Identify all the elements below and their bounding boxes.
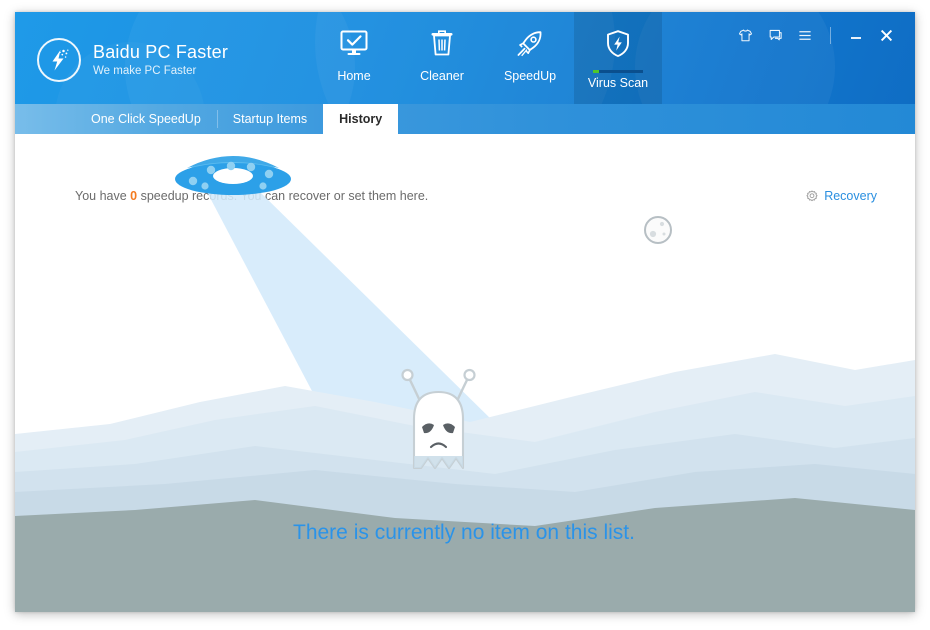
toolbar-divider (830, 26, 831, 44)
feedback-button[interactable] (760, 24, 790, 46)
rocket-icon (510, 24, 550, 64)
shield-bolt-icon (598, 24, 638, 64)
minimize-button[interactable] (841, 24, 871, 46)
feedback-icon (769, 29, 782, 40)
tab-label: One Click SpeedUp (91, 112, 201, 126)
skin-icon (738, 29, 752, 41)
scan-progress-bar (593, 70, 643, 73)
tab-startup-items[interactable]: Startup Items (216, 104, 323, 134)
minimize-icon (851, 37, 861, 39)
sub-tab-bar: One Click SpeedUp Startup Items History (15, 104, 915, 134)
empty-state-message: There is currently no item on this list. (293, 521, 635, 544)
main-navigation: Home Cleaner SpeedUp Virus Scan (310, 12, 662, 104)
app-logo (37, 38, 81, 82)
skin-button[interactable] (730, 24, 760, 46)
tab-label: Startup Items (232, 112, 308, 126)
nav-item-home[interactable]: Home (310, 12, 398, 104)
nav-item-label: Virus Scan (587, 76, 649, 90)
application-window: Baidu PC Faster We make PC Faster Home C… (15, 12, 915, 612)
nav-item-cleaner[interactable]: Cleaner (398, 12, 486, 104)
close-icon (880, 29, 892, 41)
lightning-bolt-icon (52, 49, 69, 71)
app-title: Baidu PC Faster (93, 41, 229, 62)
nav-item-speedup[interactable]: SpeedUp (486, 12, 574, 104)
app-slogan: We make PC Faster (93, 65, 197, 78)
menu-icon (799, 30, 811, 40)
nav-item-label: Home (337, 69, 371, 83)
monitor-check-icon (334, 24, 374, 64)
title-bar: Baidu PC Faster We make PC Faster Home C… (15, 12, 915, 104)
window-tools (730, 24, 901, 46)
brand-text: Baidu PC Faster We make PC Faster (93, 42, 228, 78)
brand-block: Baidu PC Faster We make PC Faster (37, 34, 228, 86)
ufo-illustration (175, 156, 291, 195)
trash-can-icon (422, 24, 462, 64)
nav-item-label: SpeedUp (503, 69, 557, 83)
nav-item-virus-scan[interactable]: Virus Scan (574, 12, 662, 104)
tab-one-click-speedup[interactable]: One Click SpeedUp (75, 104, 217, 134)
moon-icon (644, 216, 672, 244)
nav-item-label: Cleaner (420, 69, 464, 83)
tab-label: History (339, 112, 383, 126)
scan-progress-fill (593, 70, 599, 73)
tab-history[interactable]: History (323, 104, 399, 134)
close-button[interactable] (871, 24, 901, 46)
menu-button[interactable] (790, 24, 820, 46)
content-area: You have 0 speedup records. You can reco… (15, 134, 915, 612)
